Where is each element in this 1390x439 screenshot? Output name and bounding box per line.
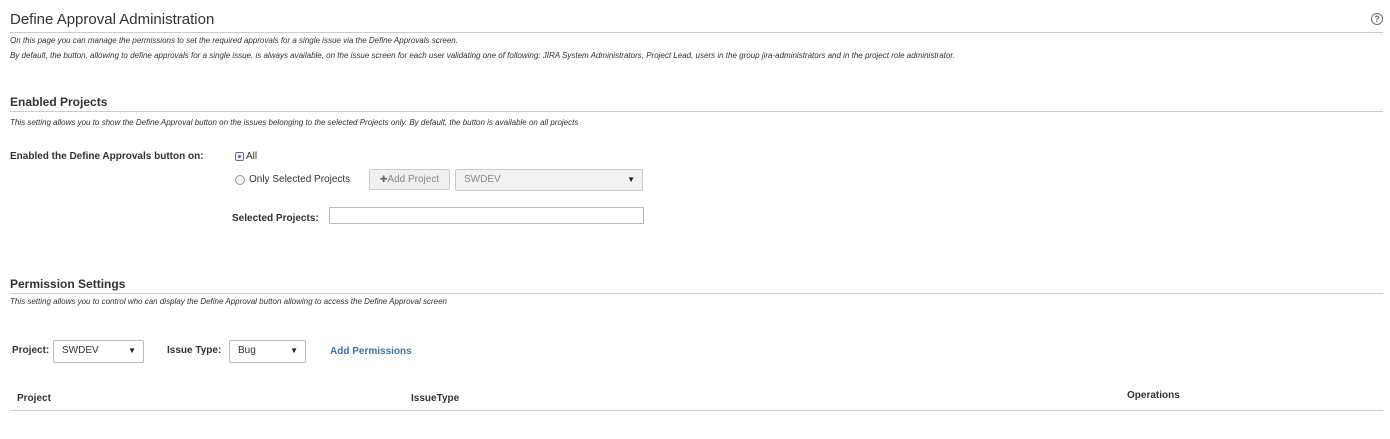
add-project-label: Add Project bbox=[387, 174, 440, 185]
chevron-down-icon: ▼ bbox=[128, 346, 136, 355]
help-icon[interactable]: ? bbox=[1371, 13, 1383, 25]
issue-type-select[interactable]: Bug ▼ bbox=[229, 340, 306, 363]
add-project-button[interactable]: ✚Add Project bbox=[369, 169, 450, 190]
add-permissions-link[interactable]: Add Permissions bbox=[330, 346, 412, 357]
chevron-down-icon: ▼ bbox=[290, 346, 298, 355]
table-header-issuetype: IssueType bbox=[411, 393, 460, 404]
all-projects-checkbox[interactable] bbox=[235, 152, 244, 161]
issue-type-value: Bug bbox=[238, 345, 256, 356]
project-filter-label: Project: bbox=[12, 345, 50, 356]
page-title: Define Approval Administration bbox=[10, 11, 215, 28]
enabled-projects-description: This setting allows you to show the Defi… bbox=[10, 118, 579, 127]
only-selected-projects-radio[interactable] bbox=[235, 175, 245, 185]
project-select[interactable]: SWDEV ▼ bbox=[455, 169, 643, 191]
page-description-1: On this page you can manage the permissi… bbox=[10, 36, 458, 45]
selected-projects-label: Selected Projects: bbox=[232, 213, 319, 224]
chevron-down-icon: ▼ bbox=[627, 175, 635, 184]
table-header-project: Project bbox=[17, 393, 51, 404]
table-header-divider bbox=[10, 410, 1383, 411]
page-description-2: By default, the button, allowing to defi… bbox=[10, 51, 955, 60]
permission-settings-divider bbox=[10, 293, 1383, 294]
permission-settings-title: Permission Settings bbox=[10, 277, 126, 291]
project-filter-value: SWDEV bbox=[62, 345, 99, 356]
enabled-projects-title: Enabled Projects bbox=[10, 95, 108, 109]
selected-projects-input[interactable] bbox=[329, 207, 644, 224]
project-select-value: SWDEV bbox=[464, 174, 501, 185]
all-projects-label: All bbox=[246, 151, 258, 162]
project-filter-select[interactable]: SWDEV ▼ bbox=[53, 340, 144, 363]
enabled-button-label: Enabled the Define Approvals button on: bbox=[10, 151, 204, 162]
title-divider bbox=[10, 32, 1383, 33]
enabled-projects-divider bbox=[10, 111, 1383, 112]
table-header-operations: Operations bbox=[1127, 390, 1180, 401]
only-selected-projects-label: Only Selected Projects bbox=[249, 174, 351, 185]
issue-type-label: Issue Type: bbox=[167, 345, 222, 356]
permission-settings-description: This setting allows you to control who c… bbox=[10, 297, 447, 306]
